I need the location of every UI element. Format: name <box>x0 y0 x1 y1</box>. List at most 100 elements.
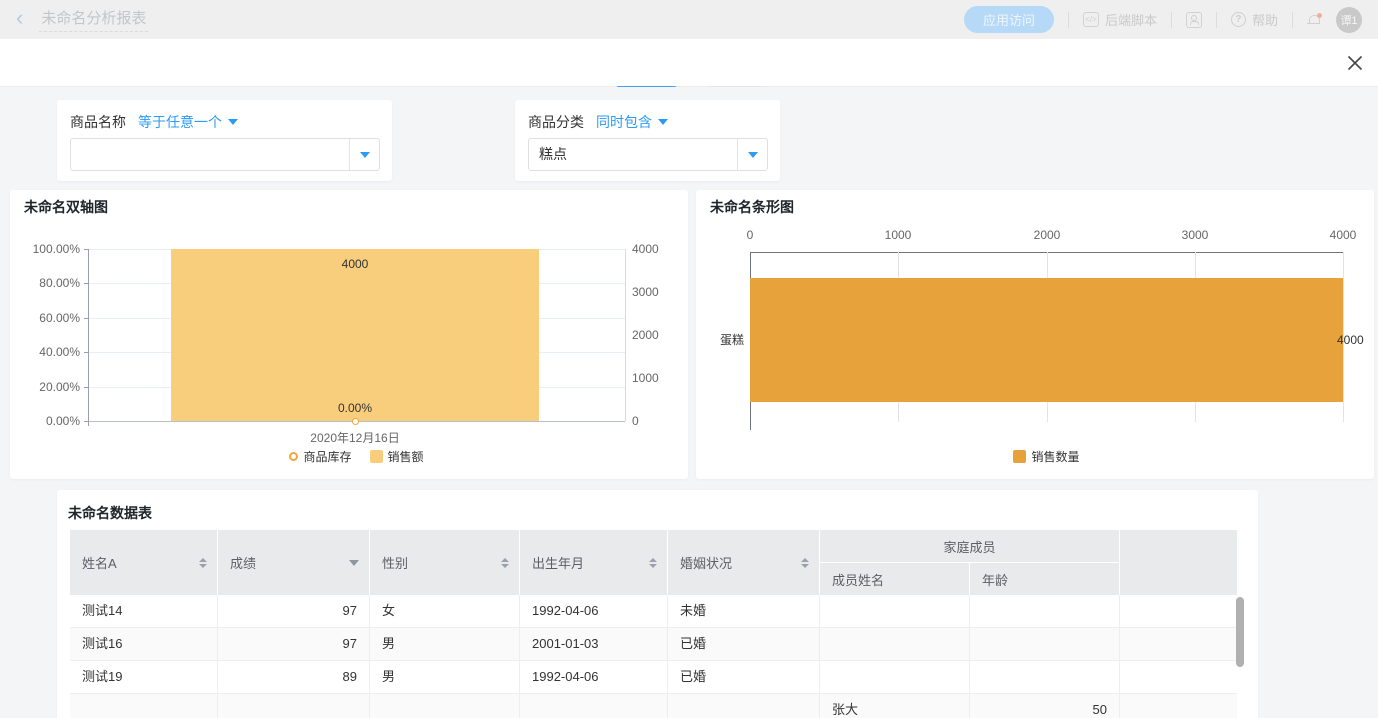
column-header-gender[interactable]: 性别 <box>370 530 520 595</box>
sort-desc-icon[interactable] <box>349 560 359 566</box>
table-cell <box>970 661 1120 693</box>
axis-tick <box>84 318 88 319</box>
table-cell <box>820 595 970 627</box>
legend-label: 销售额 <box>388 448 424 465</box>
notification-dot <box>1317 13 1322 18</box>
backend-script-button: </> 后端脚本 <box>1083 10 1157 29</box>
table-cell: 2001-01-03 <box>520 628 668 660</box>
filter-label: 商品名称 <box>70 112 126 132</box>
y-axis-tick-label: 80.00% <box>10 276 80 290</box>
left-axis-line <box>88 249 89 426</box>
column-header-label: 婚姻状况 <box>680 553 732 572</box>
user-avatar: 谭1 <box>1336 7 1362 33</box>
close-button[interactable] <box>1346 54 1364 72</box>
caret-down-icon <box>658 119 668 125</box>
column-header-birth[interactable]: 出生年月 <box>520 530 668 595</box>
table-cell: 已婚 <box>668 661 820 693</box>
sort-icon[interactable] <box>649 558 657 568</box>
axis-tick <box>84 421 88 422</box>
divider <box>1171 12 1172 28</box>
x-axis-tick-label: 2000 <box>1007 228 1087 242</box>
y2-axis-tick-label: 3000 <box>632 285 672 299</box>
y-axis-tick-label: 60.00% <box>10 311 80 325</box>
sort-icon[interactable] <box>199 558 207 568</box>
column-header-name[interactable]: 姓名A <box>70 530 218 595</box>
sub-column-header-member-name: 成员姓名 <box>820 563 970 595</box>
right-axis-line <box>625 249 626 421</box>
y2-axis-tick-label: 1000 <box>632 371 672 385</box>
y2-axis-tick-label: 4000 <box>632 242 672 256</box>
bar-chart-card: 未命名条形图 0 1000 2000 3000 4000 蛋糕 4000 销售数… <box>696 190 1374 479</box>
filter-select[interactable] <box>70 138 380 171</box>
point-data-label: 0.00% <box>171 401 539 415</box>
y-axis-category-label: 蛋糕 <box>696 333 744 347</box>
filter-select[interactable]: 糕点 <box>528 138 768 171</box>
table-cell <box>1120 628 1237 660</box>
bell-icon <box>1307 13 1322 27</box>
help-label: 帮助 <box>1252 10 1278 29</box>
column-header-label: 姓名A <box>82 553 117 572</box>
quantity-bar[interactable] <box>750 278 1343 402</box>
table-cell <box>820 628 970 660</box>
bar-legend-icon <box>1013 450 1026 463</box>
table-cell <box>1120 595 1237 627</box>
inventory-point-marker[interactable] <box>352 418 359 425</box>
legend-item[interactable]: 销售额 <box>370 448 424 465</box>
legend-item[interactable]: 销售数量 <box>1013 448 1079 465</box>
x-axis-category-label: 2020年12月16日 <box>295 431 415 445</box>
select-value <box>71 139 349 170</box>
x-axis-tick-label: 1000 <box>858 228 938 242</box>
filter-operator-link[interactable]: 同时包含 <box>596 112 668 132</box>
column-header-label: 性别 <box>382 553 408 572</box>
y-axis-tick-label: 0.00% <box>10 414 80 428</box>
select-dropdown-button[interactable] <box>349 139 379 170</box>
table-cell: 男 <box>370 661 520 693</box>
caret-down-icon <box>228 119 238 125</box>
legend-item[interactable]: 商品库存 <box>289 448 351 465</box>
divider <box>1292 12 1293 28</box>
y-axis-tick-label: 40.00% <box>10 345 80 359</box>
x-axis-tick-label: 0 <box>710 228 790 242</box>
table-body: 测试14 97 女 1992-04-06 未婚 测试16 97 男 2001-0… <box>70 595 1237 718</box>
help-button: ? 帮助 <box>1231 10 1278 29</box>
column-header-empty <box>1120 530 1237 595</box>
table-cell: 张大 <box>820 694 970 718</box>
legend-label: 商品库存 <box>303 448 351 465</box>
table-cell <box>218 694 370 718</box>
column-header-score[interactable]: 成绩 <box>218 530 370 595</box>
sort-icon[interactable] <box>501 558 509 568</box>
contacts-icon <box>1186 12 1202 28</box>
sales-bar[interactable] <box>171 249 539 421</box>
bar-data-label: 4000 <box>171 257 539 271</box>
backend-script-label: 后端脚本 <box>1105 10 1157 29</box>
report-title: 未命名分析报表 <box>39 7 148 32</box>
table-cell <box>820 661 970 693</box>
vertical-scrollbar-thumb[interactable] <box>1236 597 1244 667</box>
column-header-label: 年龄 <box>982 570 1008 589</box>
filter-label: 商品分类 <box>528 112 584 132</box>
x-axis-tick-label: 4000 <box>1303 228 1378 242</box>
y-axis-tick-label: 100.00% <box>10 242 80 256</box>
legend: 商品库存 销售额 <box>88 448 625 465</box>
select-dropdown-button[interactable] <box>737 139 767 170</box>
table-row: 测试14 97 女 1992-04-06 未婚 <box>70 595 1237 628</box>
table-row: 测试19 89 男 1992-04-06 已婚 <box>70 661 1237 694</box>
filter-operator-link[interactable]: 等于任意一个 <box>138 112 238 132</box>
table-cell <box>970 595 1120 627</box>
table-row: 张大 50 <box>70 694 1237 718</box>
table-cell: 未婚 <box>668 595 820 627</box>
table-cell: 测试19 <box>70 661 218 693</box>
bar-legend-icon <box>370 450 383 463</box>
divider <box>1068 12 1069 28</box>
table-cell <box>370 694 520 718</box>
column-header-marital[interactable]: 婚姻状况 <box>668 530 820 595</box>
back-icon: ‹ <box>16 7 23 29</box>
select-value: 糕点 <box>529 139 737 170</box>
table-cell <box>668 694 820 718</box>
table-cell: 测试16 <box>70 628 218 660</box>
table-cell: 1992-04-06 <box>520 661 668 693</box>
table-cell <box>520 694 668 718</box>
table-cell: 97 <box>218 595 370 627</box>
table-cell: 89 <box>218 661 370 693</box>
sort-icon[interactable] <box>801 558 809 568</box>
